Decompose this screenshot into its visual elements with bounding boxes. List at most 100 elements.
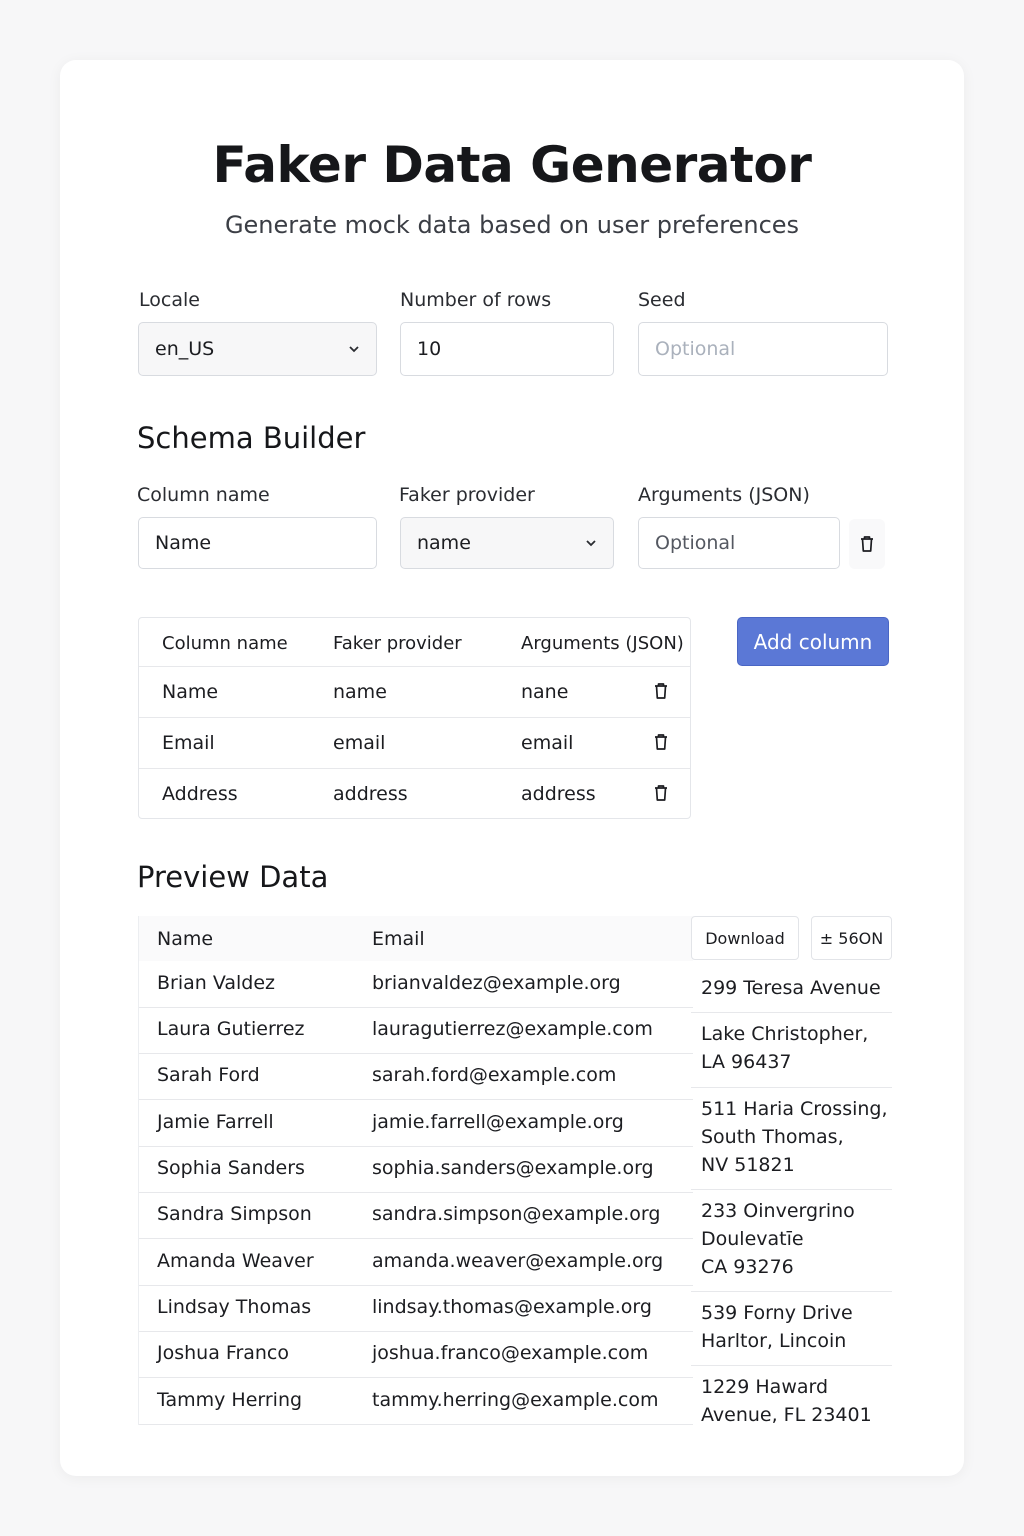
preview-header-name: Name (157, 928, 214, 950)
main-card: Faker Data Generator Generate mock data … (60, 60, 964, 1476)
locale-label: Locale (139, 289, 200, 311)
preview-title: Preview Data (137, 860, 329, 894)
address-cell: Lake Christopher, LA 96437 (701, 1020, 868, 1076)
schema-header-column: Column name (162, 633, 288, 654)
preview-cell-email: brianvaldez@example.org (372, 972, 621, 994)
seed-input[interactable]: Optional (638, 322, 888, 376)
divider (139, 1099, 693, 1100)
trash-icon[interactable] (653, 784, 669, 802)
divider (691, 1012, 892, 1013)
divider (139, 1331, 693, 1332)
preview-cell-name: Tammy Herring (157, 1389, 303, 1411)
address-line: 299 Teresa Avenue (701, 977, 881, 999)
divider (139, 1424, 693, 1425)
preview-cell-email: tammy.herring@example.com (372, 1389, 659, 1411)
address-line: 233 Oinvergrino (701, 1200, 855, 1222)
schema-cell-provider: name (333, 681, 387, 703)
column-name-input[interactable]: Name (138, 517, 377, 569)
schema-cell-args: email (521, 732, 574, 754)
seed-placeholder: Optional (655, 338, 736, 360)
preview-cell-email: amanda.weaver@example.org (372, 1250, 664, 1272)
trash-icon (861, 536, 873, 552)
preview-header-email: Email (372, 928, 425, 950)
schema-header-provider: Faker provider (333, 633, 462, 654)
rows-input[interactable]: 10 (400, 322, 614, 376)
preview-cell-email: lauragutierrez@example.com (372, 1018, 653, 1040)
locale-select[interactable]: en_US (138, 322, 377, 376)
preview-cell-name: Sophia Sanders (157, 1157, 305, 1179)
preview-cell-name: Joshua Franco (157, 1342, 290, 1364)
trash-icon[interactable] (653, 682, 669, 700)
preview-cell-name: Laura Gutierrez (157, 1018, 305, 1040)
preview-cell-name: Sarah Ford (157, 1064, 260, 1086)
preview-cell-email: sandra.simpson@example.org (372, 1203, 661, 1225)
address-line: Harltor, Lincoin (701, 1330, 847, 1352)
address-line: 539 Forny Drive (701, 1302, 853, 1324)
locale-value: en_US (155, 338, 215, 360)
provider-select[interactable]: name (400, 517, 614, 569)
address-cell: 233 Oinvergrino Doulevatīe CA 93276 (701, 1197, 855, 1281)
divider (691, 1087, 892, 1088)
address-line: Doulevatīe (701, 1228, 804, 1250)
preview-cell-email: lindsay.thomas@example.org (372, 1296, 652, 1318)
schema-builder-title: Schema Builder (137, 421, 366, 455)
address-line: 1229 Haward (701, 1376, 829, 1398)
preview-cell-name: Amanda Weaver (157, 1250, 314, 1272)
preview-cell-email: sarah.ford@example.com (372, 1064, 617, 1086)
args-input[interactable]: Optional (638, 517, 840, 569)
address-cell: 539 Forny Drive Harltor, Lincoin (701, 1299, 853, 1355)
schema-cell-column: Address (162, 783, 238, 805)
divider (139, 768, 690, 769)
address-line: NV 51821 (701, 1154, 795, 1176)
address-line: Lake Christopher, (701, 1023, 869, 1045)
delete-column-button[interactable] (849, 519, 885, 569)
chevron-down-icon (349, 346, 359, 353)
schema-cell-column: Name (162, 681, 219, 703)
provider-value: name (417, 532, 471, 554)
seed-label: Seed (638, 289, 686, 311)
provider-label: Faker provider (399, 484, 535, 506)
page-title: Faker Data Generator (212, 136, 812, 194)
address-line: CA 93276 (701, 1256, 794, 1278)
args-placeholder: Optional (655, 532, 736, 554)
address-cell: 511 Haria Crossing, South Thomas, NV 51821 (701, 1095, 888, 1179)
schema-cell-provider: email (333, 732, 386, 754)
address-line: South Thomas, (701, 1126, 844, 1148)
preview-cell-name: Brian Valdez (157, 972, 276, 994)
divider (691, 1189, 892, 1190)
preview-table: Name Email Brian Valdez brianvaldez@examp… (138, 916, 693, 1425)
divider (139, 666, 690, 667)
trash-icon[interactable] (653, 733, 669, 751)
address-line: LA 96437 (701, 1051, 792, 1073)
address-line: 511 Haria Crossing, (701, 1098, 888, 1120)
divider (139, 1192, 693, 1193)
schema-cell-column: Email (162, 732, 215, 754)
schema-cell-args: nane (521, 681, 569, 703)
preview-cell-email: jamie.farrell@example.org (372, 1111, 624, 1133)
args-label: Arguments (JSON) (638, 484, 810, 506)
divider (691, 1365, 892, 1366)
divider (139, 1053, 693, 1054)
preview-cell-name: Lindsay Thomas (157, 1296, 312, 1318)
divider (691, 1291, 892, 1292)
preview-cell-email: joshua.franco@example.com (372, 1342, 649, 1364)
column-name-value: Name (155, 532, 212, 554)
divider (139, 717, 690, 718)
divider (139, 1377, 693, 1378)
column-name-label: Column name (137, 484, 270, 506)
chevron-down-icon (586, 540, 596, 547)
divider (139, 1146, 693, 1147)
add-column-button[interactable]: Add column (737, 617, 889, 666)
schema-table: Column name Faker provider Arguments (JS… (138, 617, 691, 819)
rows-label: Number of rows (400, 289, 552, 311)
preview-cell-name: Jamie Farrell (157, 1111, 274, 1133)
download-button[interactable]: Download (691, 916, 799, 960)
divider (139, 1007, 693, 1008)
address-line: Avenue, FL 23401 (701, 1404, 872, 1426)
json-button[interactable]: ± 56ON (811, 916, 892, 960)
schema-header-args: Arguments (JSON) (521, 633, 684, 654)
preview-cell-name: Sandra Simpson (157, 1203, 312, 1225)
address-cell: 299 Teresa Avenue (701, 974, 881, 1002)
divider (139, 1238, 693, 1239)
address-column: 299 Teresa Avenue Lake Christopher, LA 964… (691, 960, 892, 1426)
